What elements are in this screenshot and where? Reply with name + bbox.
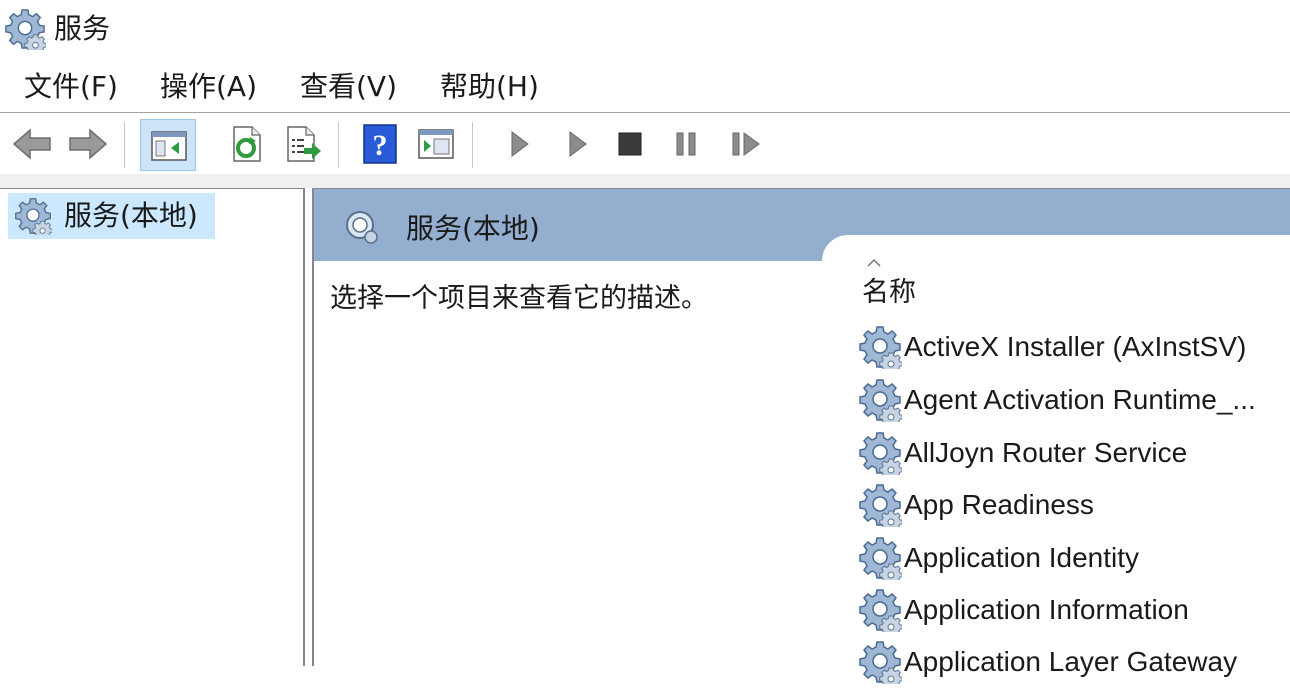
search-services-icon	[346, 211, 378, 244]
svg-text:?: ?	[373, 129, 388, 162]
service-gear-icon	[858, 483, 902, 527]
service-row[interactable]: Application Layer Gateway	[858, 638, 1290, 688]
stop-service-icon[interactable]	[610, 124, 650, 164]
services-gear-icon	[14, 197, 52, 235]
service-gear-icon	[858, 378, 902, 422]
services-pane: 服务(本地) 选择一个项目来查看它的描述。 名称 ActiveX Install…	[312, 188, 1290, 666]
service-name: AllJoyn Router Service	[904, 437, 1188, 468]
show-hide-tree-button[interactable]	[140, 119, 196, 171]
services-gear-icon	[4, 8, 46, 50]
menu-view[interactable]: 查看(V)	[300, 68, 397, 106]
service-name: Agent Activation Runtime_...	[904, 384, 1256, 415]
service-name: ActiveX Installer (AxInstSV)	[904, 331, 1247, 362]
back-arrow-icon[interactable]	[12, 124, 52, 164]
help-icon[interactable]: ?	[360, 124, 400, 164]
menu-action[interactable]: 操作(A)	[160, 68, 257, 106]
pause-service-icon[interactable]	[666, 124, 706, 164]
service-row[interactable]: Application Identity	[858, 534, 1290, 584]
service-gear-icon	[858, 536, 902, 580]
pane-header-title: 服务(本地)	[406, 212, 540, 245]
service-name: Application Identity	[904, 542, 1140, 573]
service-row[interactable]: Application Information	[858, 586, 1290, 636]
sort-ascending-icon	[867, 258, 881, 267]
export-list-icon[interactable]	[282, 124, 322, 164]
service-gear-icon	[858, 640, 902, 684]
service-name: Application Layer Gateway	[904, 646, 1238, 677]
service-row[interactable]: ActiveX Installer (AxInstSV)	[858, 323, 1290, 373]
service-gear-icon	[858, 325, 902, 369]
menu-bar: 文件(F) 操作(A) 查看(V) 帮助(H)	[0, 62, 1290, 113]
resume-service-icon[interactable]	[726, 124, 766, 164]
service-name: Application Information	[904, 594, 1189, 625]
tree-pane: 服务(本地)	[0, 188, 305, 666]
toolbar-separator	[124, 122, 125, 168]
service-gear-icon	[858, 588, 902, 632]
menu-file[interactable]: 文件(F)	[24, 68, 118, 106]
start-service-alt-icon[interactable]	[556, 124, 596, 164]
show-hide-tree-icon	[151, 131, 187, 161]
tree-node-label: 服务(本地)	[64, 199, 198, 232]
toolbar: ?	[0, 114, 1290, 174]
toolbar-separator	[338, 122, 339, 168]
toolbar-separator	[472, 122, 473, 168]
start-service-icon[interactable]	[498, 124, 538, 164]
service-row[interactable]: AllJoyn Router Service	[858, 429, 1290, 479]
service-name: App Readiness	[904, 489, 1094, 520]
forward-arrow-icon[interactable]	[68, 124, 108, 164]
service-row[interactable]: Agent Activation Runtime_...	[858, 376, 1290, 426]
title-bar: 服务	[0, 0, 1290, 60]
service-gear-icon	[858, 431, 902, 475]
service-row[interactable]: App Readiness	[858, 481, 1290, 531]
refresh-icon[interactable]	[226, 124, 266, 164]
console-view-icon[interactable]	[416, 124, 456, 164]
window-title: 服务	[54, 12, 111, 45]
pane-spacer	[0, 174, 1290, 188]
menu-help[interactable]: 帮助(H)	[440, 68, 539, 106]
tree-node-services-local[interactable]: 服务(本地)	[8, 193, 215, 239]
description-text: 选择一个项目来查看它的描述。	[330, 283, 708, 314]
column-header-name[interactable]: 名称	[862, 275, 916, 311]
